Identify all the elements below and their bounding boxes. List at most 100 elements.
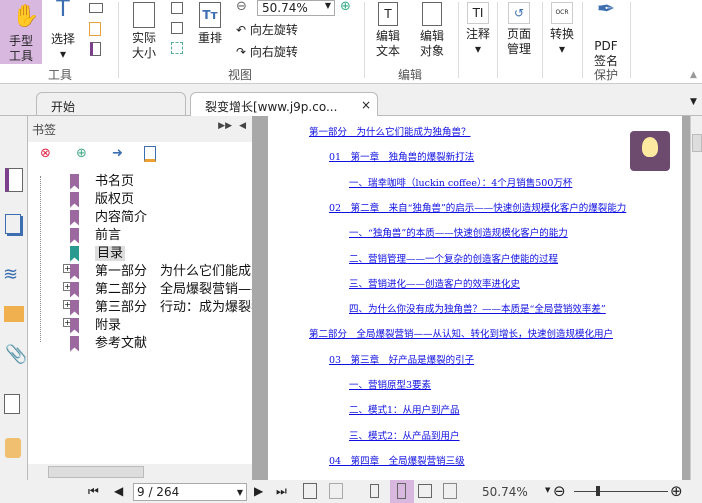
toc-link[interactable]: 01 第一章 独角兽的爆裂新打法 [329,149,474,163]
signature-icon[interactable] [4,394,20,414]
comments-icon[interactable] [4,306,24,322]
bookmark-item[interactable]: 书名页 [70,170,134,190]
rotate-right-button[interactable]: ↷ 向右旋转 [236,43,298,60]
rotate-left-button[interactable]: ↶ 向左旋转 [236,21,298,38]
zoom-in-icon[interactable]: ⊕ [340,0,351,14]
toc-link[interactable]: 三、营销进化——创造客户的效率进化史 [349,276,520,290]
rotate-left-icon: ↶ [236,23,247,37]
side-icon-strip: ≋ 📎 [0,116,28,480]
bookmark-item[interactable]: 参考文献 [70,332,147,352]
bookmark-page-icon[interactable] [90,42,101,56]
toc-link[interactable]: 第二部分 全局爆裂营销——从认知、转化到增长，快速创造规模化用户 [309,326,613,340]
toc-link[interactable]: 02 第二章 来自“独角兽”的启示——快速创造规模化客户的爆裂能力 [329,200,626,214]
tab-list-icon[interactable]: ▼ [690,97,697,107]
move-bookmark-icon[interactable]: ➜ [112,146,123,161]
toc-link[interactable]: 一、“独角兽”的本质——快速创造规模化客户的能力 [349,225,568,239]
zoom-value[interactable]: 50.74% [482,485,528,499]
next-page-icon[interactable]: ▶ [254,484,263,498]
toc-link[interactable]: 三、模式2：从产品到用户 [349,428,460,442]
pdf-sign-button[interactable]: ✒ PDF 签名 [588,0,624,69]
scrollbar-thumb[interactable] [692,134,702,152]
toc-link[interactable]: 第一部分 为什么它们能成为独角兽？ [309,124,471,138]
rotate-right-label: 向右旋转 [249,45,298,59]
chevron-down-icon: ▼ [324,1,331,10]
divider [497,2,498,78]
last-page-icon[interactable]: ⏭ [276,484,287,499]
zoom-slider[interactable] [574,486,668,496]
pages-icon[interactable] [5,214,21,234]
tab-start[interactable]: 开始 [36,92,186,116]
clipboard-icon[interactable] [89,22,101,36]
previous-view-icon[interactable] [303,483,317,499]
bookmark-item[interactable]: + 附录 [63,314,121,334]
toc-link[interactable]: 二、模式1：从用户到产品 [349,402,460,416]
actual-size-button[interactable]: 实际 大小 [126,2,162,61]
scrollbar-thumb[interactable] [48,466,144,478]
bookmark-item[interactable]: 目录 [70,242,126,262]
zoom-in-icon[interactable]: ⊕ [670,482,683,500]
zoom-select[interactable]: 50.74% ▼ [257,0,335,16]
zoom-slider-thumb[interactable] [595,486,600,496]
facing-page-icon[interactable] [418,484,432,498]
next-view-icon[interactable] [329,483,343,499]
page-manage-label: 页面 管理 [506,27,531,56]
lightbulb-button[interactable] [630,131,670,171]
page-margin [682,116,690,480]
reflow-button[interactable]: Tт 重排 [194,2,226,46]
prev-page-icon[interactable]: ◀ [114,484,123,498]
continuous-page-icon[interactable] [390,480,414,503]
toc-link[interactable]: 二、营销管理——一个复杂的创造客户使能的过程 [349,251,558,265]
zoom-dropdown-icon[interactable]: ▼ [545,486,550,494]
bookmark-item[interactable]: 版权页 [70,188,134,208]
actual-size-label: 实际 大小 [131,31,156,60]
reflow-icon: Tт [199,2,221,28]
page-icon [133,2,155,28]
collapse-ribbon-icon[interactable]: ▲ [690,70,697,80]
select-button[interactable]: T 选择 ▾ [46,0,80,62]
page-number-input[interactable]: 9 / 264 ▼ [133,483,247,501]
bookmark-item[interactable]: 内容简介 [70,206,147,226]
single-page-icon[interactable] [370,484,379,498]
add-bookmark-icon[interactable]: ⊕ [76,146,87,161]
first-page-icon[interactable]: ⏮ [88,484,99,499]
toc-link[interactable]: 一、营销原型3要素 [349,377,431,391]
tab-document[interactable]: 裂变增长[www.j9p.co... × [190,92,378,117]
attachment-icon[interactable]: 📎 [5,344,27,365]
zoom-out-icon[interactable]: ⊖ [553,482,566,500]
convert-button[interactable]: OCR 转换 ▾ [546,2,578,57]
edit-text-button[interactable]: T 编辑 文本 [370,2,406,59]
toc-link[interactable]: 03 第三章 好产品是爆裂的引子 [329,352,474,366]
toc-link[interactable]: 04 第四章 全局爆裂营销三级 [329,453,465,467]
lock-icon[interactable] [5,438,21,458]
horizontal-scrollbar[interactable] [28,464,252,480]
snapshot-icon[interactable] [89,3,103,13]
bookmark-panel-icon[interactable] [5,168,23,192]
rotate-right-icon: ↷ [236,45,247,59]
hand-icon: ✋ [12,4,40,29]
pdf-sign-label: PDF 签名 [593,39,618,68]
panel-splitter[interactable] [252,116,268,480]
vertical-scrollbar[interactable] [690,116,702,480]
page-rotate-icon: ↺ [508,2,530,24]
annotate-button[interactable]: TI 注释 ▾ [462,2,494,57]
tree-line [40,176,41,342]
fit-width-icon[interactable] [171,2,183,14]
fit-visible-icon[interactable] [171,42,183,54]
collapse-panel-icon[interactable]: ◀ [239,121,246,131]
reflow-label: 重排 [197,31,222,45]
bookmark-item[interactable]: 前言 [70,224,121,244]
page-manage-button[interactable]: ↺ 页面 管理 [500,2,538,57]
toc-link[interactable]: 一、瑞幸咖啡（luckin coffee）：4个月销售500万杯 [349,175,572,189]
zoom-out-icon[interactable]: ⊖ [236,0,247,14]
bookmark-properties-icon[interactable] [144,146,156,162]
edit-object-button[interactable]: 编辑 对象 [412,2,452,59]
bookmark-icon [70,335,79,352]
layers-icon[interactable]: ≋ [3,264,18,285]
delete-bookmark-icon[interactable]: ⊗ [40,146,51,161]
fit-page-icon[interactable] [171,22,183,34]
divider [582,2,583,78]
continuous-facing-icon[interactable] [443,483,457,499]
toc-link[interactable]: 四、为什么你没有成为独角兽？——本质是“全局营销效率差” [349,301,606,315]
close-icon[interactable]: × [361,98,371,112]
expand-panel-icon[interactable]: ▶▶ [218,121,232,131]
